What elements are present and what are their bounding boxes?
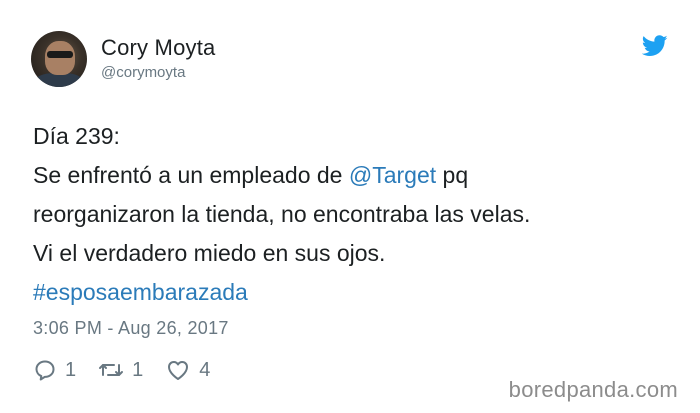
author-handle[interactable]: @corymoyta bbox=[101, 64, 185, 81]
reply-count: 1 bbox=[65, 358, 77, 381]
tweet-timestamp[interactable]: 3:06 PM - Aug 26, 2017 bbox=[33, 318, 229, 339]
author-display-name[interactable]: Cory Moyta bbox=[101, 35, 215, 61]
heart-icon bbox=[168, 361, 189, 380]
tweet-card: Cory Moyta @corymoyta Día 239: Se enfren… bbox=[0, 0, 700, 413]
retweet-icon bbox=[99, 364, 124, 376]
tweet-line-1: Día 239: bbox=[33, 123, 120, 149]
hashtag-link[interactable]: #esposaembarazada bbox=[33, 273, 673, 312]
like-button[interactable]: 4 bbox=[165, 358, 210, 382]
tweet-line-3: reorganizaron la tienda, no encontraba l… bbox=[33, 201, 531, 227]
tweet-line-2-suffix: pq bbox=[436, 162, 469, 188]
reply-icon bbox=[35, 360, 55, 381]
tweet-line-2: Se enfrentó a un empleado de @Target pq bbox=[33, 156, 673, 195]
watermark-text: boredpanda.com bbox=[508, 377, 678, 402]
tweet-line-2-prefix: Se enfrentó a un empleado de bbox=[33, 162, 349, 188]
retweet-button[interactable]: 1 bbox=[98, 358, 143, 382]
like-count: 4 bbox=[199, 358, 211, 381]
twitter-bird-icon[interactable] bbox=[642, 35, 668, 57]
tweet-text: Día 239: Se enfrentó a un empleado de @T… bbox=[33, 117, 673, 312]
mention-link[interactable]: @Target bbox=[349, 162, 436, 188]
tweet-line-4: Vi el verdadero miedo en sus ojos. bbox=[33, 240, 386, 266]
avatar[interactable] bbox=[31, 31, 87, 87]
reply-button[interactable]: 1 bbox=[33, 358, 76, 382]
tweet-actions: 1 1 4 bbox=[33, 357, 232, 383]
retweet-count: 1 bbox=[132, 358, 144, 381]
